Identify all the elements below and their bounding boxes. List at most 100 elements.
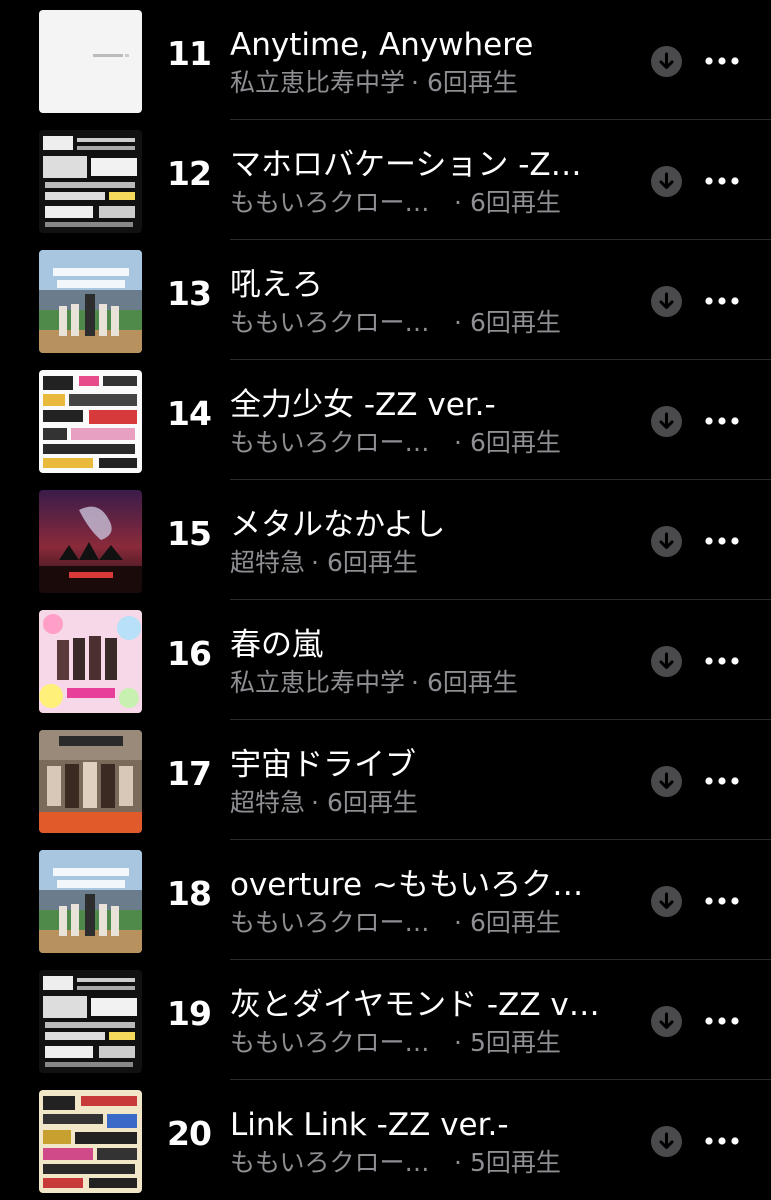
- play-count: 6回再生: [469, 188, 561, 217]
- song-title: overture ~ももいろク…: [230, 867, 584, 903]
- artist-name: 私立恵比寿中学: [230, 668, 406, 697]
- artist-name: 超特急: [230, 548, 306, 577]
- song-row-14[interactable]: 14 全力少女 -ZZ ver.- ももいろクロー… · 6回再生: [0, 360, 771, 480]
- play-count: 6回再生: [326, 548, 418, 577]
- download-circle-icon[interactable]: [651, 766, 682, 797]
- album-art: [39, 730, 142, 833]
- play-count: 6回再生: [469, 908, 561, 937]
- more-ellipsis-icon[interactable]: [704, 765, 740, 797]
- more-ellipsis-icon[interactable]: [704, 165, 740, 197]
- chart-rank: 15: [167, 514, 212, 553]
- song-subtitle: ももいろクロー… · 6回再生: [230, 185, 630, 221]
- song-row-12[interactable]: 12 マホロバケーション -Z… ももいろクロー… · 6回再生: [0, 120, 771, 240]
- separator-dot: ·: [411, 68, 419, 97]
- download-circle-icon[interactable]: [651, 286, 682, 317]
- album-art: [39, 250, 142, 353]
- play-count: 6回再生: [469, 428, 561, 457]
- album-art: [39, 370, 142, 473]
- play-count: 6回再生: [426, 668, 518, 697]
- download-circle-icon[interactable]: [651, 406, 682, 437]
- more-ellipsis-icon[interactable]: [704, 285, 740, 317]
- artist-name: ももいろクロー…: [230, 428, 430, 457]
- more-ellipsis-icon[interactable]: [704, 1005, 740, 1037]
- album-art: [39, 10, 142, 113]
- chart-rank: 19: [167, 994, 212, 1033]
- play-count: 6回再生: [426, 68, 518, 97]
- separator-dot: ·: [454, 308, 462, 337]
- separator-dot: ·: [311, 788, 319, 817]
- download-circle-icon[interactable]: [651, 166, 682, 197]
- song-title: 全力少女 -ZZ ver.-: [230, 387, 496, 423]
- song-row-15[interactable]: 15 メタルなかよし 超特急 · 6回再生: [0, 480, 771, 600]
- song-subtitle: 超特急 · 6回再生: [230, 545, 630, 581]
- download-circle-icon[interactable]: [651, 1126, 682, 1157]
- chart-rank: 14: [167, 394, 212, 433]
- song-title: 吼えろ: [230, 267, 323, 303]
- song-title: メタルなかよし: [230, 507, 446, 543]
- song-subtitle: ももいろクロー… · 6回再生: [230, 425, 630, 461]
- play-count: 6回再生: [326, 788, 418, 817]
- song-row-11[interactable]: 11 Anytime, Anywhere 私立恵比寿中学 · 6回再生: [0, 0, 771, 120]
- download-circle-icon[interactable]: [651, 886, 682, 917]
- album-art: [39, 610, 142, 713]
- download-circle-icon[interactable]: [651, 1006, 682, 1037]
- song-title: 灰とダイヤモンド -ZZ v…: [230, 987, 600, 1023]
- album-art: [39, 850, 142, 953]
- song-row-13[interactable]: 13 吼えろ ももいろクロー… · 6回再生: [0, 240, 771, 360]
- download-circle-icon[interactable]: [651, 526, 682, 557]
- play-count: 5回再生: [469, 1028, 561, 1057]
- separator-dot: ·: [454, 188, 462, 217]
- more-ellipsis-icon[interactable]: [704, 885, 740, 917]
- artist-name: ももいろクロー…: [230, 1148, 430, 1177]
- chart-rank: 20: [167, 1114, 212, 1153]
- chart-rank: 18: [167, 874, 212, 913]
- chart-rank: 11: [167, 34, 212, 73]
- play-count: 5回再生: [469, 1148, 561, 1177]
- song-title: マホロバケーション -Z…: [230, 147, 582, 183]
- more-ellipsis-icon[interactable]: [704, 405, 740, 437]
- song-subtitle: 超特急 · 6回再生: [230, 785, 630, 821]
- artist-name: ももいろクロー…: [230, 188, 430, 217]
- artist-name: ももいろクロー…: [230, 908, 430, 937]
- album-art: [39, 1090, 142, 1193]
- separator-dot: ·: [454, 908, 462, 937]
- more-ellipsis-icon[interactable]: [704, 1125, 740, 1157]
- song-row-16[interactable]: 16 春の嵐 私立恵比寿中学 · 6回再生: [0, 600, 771, 720]
- separator-dot: ·: [454, 428, 462, 457]
- separator-dot: ·: [454, 1148, 462, 1177]
- chart-rank: 13: [167, 274, 212, 313]
- song-title: Anytime, Anywhere: [230, 27, 534, 63]
- separator-dot: ·: [454, 1028, 462, 1057]
- song-row-17[interactable]: 17 宇宙ドライブ 超特急 · 6回再生: [0, 720, 771, 840]
- album-art: [39, 490, 142, 593]
- separator-dot: ·: [311, 548, 319, 577]
- artist-name: ももいろクロー…: [230, 308, 430, 337]
- more-ellipsis-icon[interactable]: [704, 525, 740, 557]
- chart-rank: 12: [167, 154, 212, 193]
- artist-name: 超特急: [230, 788, 306, 817]
- song-row-20[interactable]: 20 Link Link -ZZ ver.- ももいろクロー… · 5回再生: [0, 1080, 771, 1200]
- chart-rank: 17: [167, 754, 212, 793]
- chart-rank: 16: [167, 634, 212, 673]
- song-title: 春の嵐: [230, 627, 323, 663]
- separator-dot: ·: [411, 668, 419, 697]
- song-row-18[interactable]: 18 overture ~ももいろク… ももいろクロー… · 6回再生: [0, 840, 771, 960]
- play-count: 6回再生: [469, 308, 561, 337]
- song-subtitle: ももいろクロー… · 5回再生: [230, 1145, 630, 1181]
- album-art: [39, 130, 142, 233]
- song-subtitle: 私立恵比寿中学 · 6回再生: [230, 65, 630, 101]
- song-subtitle: ももいろクロー… · 5回再生: [230, 1025, 630, 1061]
- more-ellipsis-icon[interactable]: [704, 45, 740, 77]
- album-art: [39, 970, 142, 1073]
- song-subtitle: 私立恵比寿中学 · 6回再生: [230, 665, 630, 701]
- download-circle-icon[interactable]: [651, 46, 682, 77]
- song-subtitle: ももいろクロー… · 6回再生: [230, 305, 630, 341]
- artist-name: 私立恵比寿中学: [230, 68, 406, 97]
- artist-name: ももいろクロー…: [230, 1028, 430, 1057]
- song-title: Link Link -ZZ ver.-: [230, 1107, 509, 1143]
- song-row-19[interactable]: 19 灰とダイヤモンド -ZZ v… ももいろクロー… · 5回再生: [0, 960, 771, 1080]
- song-title: 宇宙ドライブ: [230, 747, 416, 783]
- song-subtitle: ももいろクロー… · 6回再生: [230, 905, 630, 941]
- more-ellipsis-icon[interactable]: [704, 645, 740, 677]
- download-circle-icon[interactable]: [651, 646, 682, 677]
